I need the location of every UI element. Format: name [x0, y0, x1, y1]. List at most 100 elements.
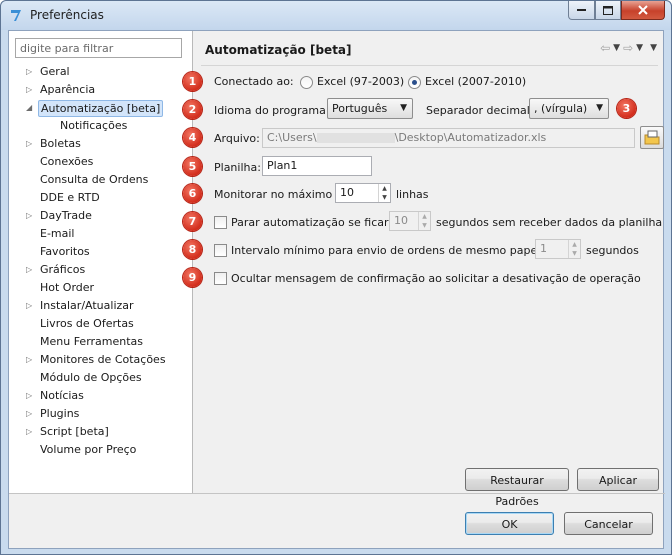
tree-item-daytrade[interactable]: ▷ DayTrade — [9, 207, 193, 225]
tree-item-script[interactable]: ▷ Script [beta] — [9, 423, 193, 441]
view-menu-icon[interactable]: ▼ — [650, 43, 657, 53]
tree-item-instalar-atualizar[interactable]: ▷ Instalar/Atualizar — [9, 297, 193, 315]
tree-item-conexoes[interactable]: Conexões — [9, 153, 193, 171]
decimal-separator-select[interactable]: , (vírgula) ▼ — [529, 98, 609, 119]
tree-item-menu-ferramentas[interactable]: Menu Ferramentas — [9, 333, 193, 351]
tree-item-volume-preco[interactable]: Volume por Preço — [9, 441, 193, 459]
file-label: Arquivo: — [214, 132, 260, 145]
preferences-tree: ▷ Geral ▷ Aparência ◢ Automatização [beta] … — [9, 63, 193, 459]
monitor-label: Monitorar no máximo — [214, 188, 333, 201]
maximize-button[interactable] — [595, 1, 621, 20]
file-path-end: \Desktop\Automatizador.xls — [394, 131, 547, 144]
forward-arrow-icon[interactable]: ⇨ — [623, 41, 633, 55]
tree-item-plugins[interactable]: ▷ Plugins — [9, 405, 193, 423]
forward-menu-icon[interactable]: ▼ — [636, 43, 643, 53]
excel-2007-radio[interactable] — [408, 76, 421, 89]
preferences-window: Preferências ▷Geral ▷Aparência ◢Automati… — [0, 0, 672, 555]
tree-item-modulo-opcoes[interactable]: Módulo de Opções — [9, 369, 193, 387]
spinner-arrows[interactable]: ▲ ▼ — [378, 184, 390, 202]
sheet-label: Planilha: — [214, 161, 261, 174]
close-button[interactable] — [621, 1, 665, 20]
spin-up-icon[interactable]: ▲ — [572, 241, 577, 248]
expand-arrow-icon[interactable]: ▷ — [26, 405, 36, 423]
cancel-button[interactable]: Cancelar — [564, 512, 653, 535]
spin-up-icon[interactable]: ▲ — [422, 213, 427, 220]
spin-down-icon[interactable]: ▼ — [572, 250, 577, 257]
folder-icon — [644, 130, 660, 145]
expand-arrow-icon[interactable]: ▷ — [26, 387, 36, 405]
decimal-separator-label: Separador decimal: — [426, 104, 534, 117]
connected-label: Conectado ao: — [214, 75, 294, 88]
page-title: Automatização [beta] — [205, 43, 352, 57]
tree-item-consulta-ordens[interactable]: Consulta de Ordens — [9, 171, 193, 189]
spin-down-icon[interactable]: ▼ — [422, 222, 427, 229]
tree-item-automatizacao[interactable]: ◢ Automatização [beta] — [9, 99, 193, 117]
callout-badge-6: 6 — [183, 184, 202, 203]
ok-button[interactable]: OK — [465, 512, 554, 535]
tree-item-geral[interactable]: ▷ Geral — [9, 63, 193, 81]
tree-item-favoritos[interactable]: Favoritos — [9, 243, 193, 261]
apply-button[interactable]: Aplicar — [577, 468, 659, 491]
hide-confirmation-label: Ocultar mensagem de confirmação ao solic… — [231, 272, 641, 285]
tree-item-hot-order[interactable]: Hot Order — [9, 279, 193, 297]
filter-input[interactable] — [15, 38, 182, 58]
chevron-down-icon: ▼ — [596, 103, 603, 113]
expand-arrow-icon[interactable]: ▷ — [26, 63, 36, 81]
expand-arrow-icon[interactable]: ▷ — [26, 81, 36, 99]
tree-item-boletas[interactable]: ▷ Boletas — [9, 135, 193, 153]
browse-file-button[interactable] — [640, 126, 664, 149]
file-path-field[interactable]: C:\Users\ \Desktop\Automatizador.xls — [262, 128, 635, 148]
title-divider — [201, 65, 658, 66]
decimal-select-value: , (vírgula) — [534, 102, 588, 115]
monitor-suffix: linhas — [396, 188, 429, 201]
spin-down-icon[interactable]: ▼ — [382, 194, 387, 201]
min-interval-spinner[interactable]: 1 ▲ ▼ — [535, 239, 581, 259]
callout-badge-4: 4 — [183, 128, 202, 147]
tree-item-email[interactable]: E-mail — [9, 225, 193, 243]
stop-seconds-value: 10 — [394, 214, 408, 227]
stop-seconds-spinner[interactable]: 10 ▲ ▼ — [389, 211, 431, 231]
back-menu-icon[interactable]: ▼ — [613, 43, 620, 53]
tree-item-dde-rtd[interactable]: DDE e RTD — [9, 189, 193, 207]
language-select[interactable]: Português ▼ — [327, 98, 413, 119]
footer-divider — [9, 493, 665, 494]
stop-automation-checkbox[interactable] — [214, 216, 227, 229]
expand-arrow-icon[interactable]: ▷ — [26, 423, 36, 441]
collapse-arrow-icon[interactable]: ◢ — [26, 99, 36, 117]
expand-arrow-icon[interactable]: ▷ — [26, 297, 36, 315]
tree-item-aparencia[interactable]: ▷ Aparência — [9, 81, 193, 99]
expand-arrow-icon[interactable]: ▷ — [26, 207, 36, 225]
min-interval-label: Intervalo mínimo para envio de ordens de… — [231, 244, 545, 257]
language-label: Idioma do programa: — [214, 104, 330, 117]
tree-item-graficos[interactable]: ▷ Gráficos — [9, 261, 193, 279]
file-path-start: C:\Users\ — [267, 131, 317, 144]
tree-item-notificacoes[interactable]: Notificações — [9, 117, 193, 135]
monitor-lines-spinner[interactable]: 10 ▲ ▼ — [335, 183, 391, 203]
callout-badge-1: 1 — [183, 72, 202, 91]
expand-arrow-icon[interactable]: ▷ — [26, 261, 36, 279]
title-bar[interactable]: Preferências — [1, 1, 671, 30]
sheet-name-input[interactable]: Plan1 — [262, 156, 372, 176]
callout-badge-7: 7 — [183, 212, 202, 231]
restore-defaults-button[interactable]: Restaurar Padrões — [465, 468, 569, 508]
back-arrow-icon[interactable]: ⇦ — [600, 41, 610, 55]
tree-item-livros-ofertas[interactable]: Livros de Ofertas — [9, 315, 193, 333]
redacted-username — [316, 133, 395, 143]
excel-2007-label[interactable]: Excel (2007-2010) — [425, 75, 526, 89]
hide-confirmation-checkbox[interactable] — [214, 272, 227, 285]
excel-97-radio[interactable] — [300, 76, 313, 89]
spin-up-icon[interactable]: ▲ — [382, 185, 387, 192]
excel-97-label[interactable]: Excel (97-2003) — [317, 75, 404, 89]
automation-settings-pane: Automatização [beta] ⇦ ▼ ⇨ ▼ ▼ 1 Conecta… — [183, 31, 665, 508]
nav-toolbar: ⇦ ▼ ⇨ ▼ ▼ — [600, 41, 657, 55]
expand-arrow-icon[interactable]: ▷ — [26, 135, 36, 153]
tree-item-monitores-cotacoes[interactable]: ▷ Monitores de Cotações — [9, 351, 193, 369]
spinner-arrows[interactable]: ▲ ▼ — [568, 240, 580, 258]
expand-arrow-icon[interactable]: ▷ — [26, 351, 36, 369]
stop-automation-suffix: segundos sem receber dados da planilha — [436, 216, 663, 229]
min-interval-checkbox[interactable] — [214, 244, 227, 257]
minimize-button[interactable] — [568, 1, 595, 20]
tree-item-noticias[interactable]: ▷ Notícias — [9, 387, 193, 405]
spinner-arrows[interactable]: ▲ ▼ — [418, 212, 430, 230]
minimize-icon — [577, 9, 586, 11]
